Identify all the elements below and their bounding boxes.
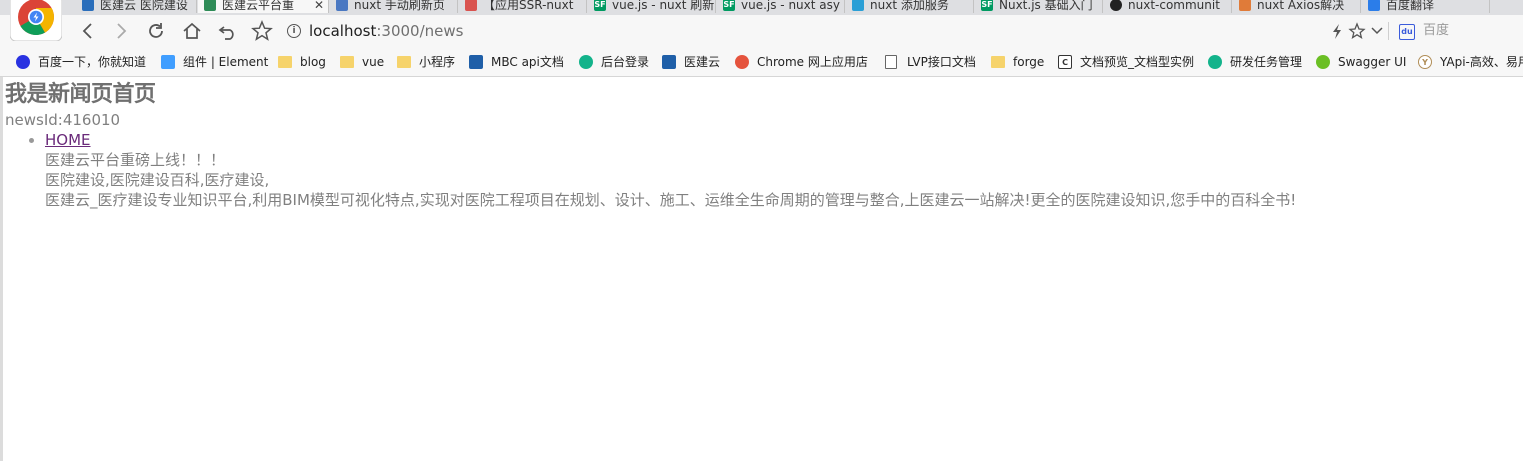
news-id: newsId:416010 (5, 111, 121, 129)
star-bookmark-icon[interactable] (250, 19, 274, 43)
bracket-icon: C (1058, 55, 1072, 69)
list-item: HOME 医建云平台重磅上线！！！ 医院建设,医院建设百科,医疗建设, 医建云_… (45, 130, 1515, 210)
bookmark-label: 后台登录 (601, 55, 650, 69)
tab-4-favicon: SF (594, 0, 606, 11)
lightning-icon[interactable] (1330, 19, 1344, 43)
chevron-down-icon[interactable] (1370, 19, 1384, 43)
bookmark-label: YApi-高效、易用 (1440, 55, 1523, 69)
teal-bolt-icon (1208, 55, 1222, 69)
bookmark-label: 小程序 (419, 55, 456, 69)
building-icon (662, 55, 676, 69)
tab-1-favicon (204, 0, 216, 11)
undo-icon[interactable] (216, 19, 240, 43)
tab-0-title: 医建云 医院建设 (100, 0, 188, 12)
bookmark-label: 研发任务管理 (1230, 55, 1303, 69)
tab-3-favicon (465, 0, 477, 11)
search-placeholder: 百度 (1423, 23, 1450, 38)
back-arrow-icon[interactable] (76, 19, 100, 43)
tab-8-title: nuxt-communit (1128, 0, 1220, 12)
page-icon (885, 55, 897, 69)
home-link[interactable]: HOME (45, 131, 91, 149)
bookmark-label: 组件 | Element (183, 55, 269, 69)
tab-2[interactable]: nuxt 手动刷新页 (330, 0, 458, 13)
tab-5[interactable]: SF vue.js - nuxt asy (717, 0, 845, 13)
tab-1-title: 医建云平台重 (222, 0, 295, 12)
address-bar[interactable]: i localhost:3000/news (282, 18, 1390, 44)
tab-6[interactable]: nuxt 添加服务 (846, 0, 974, 13)
bookmark-label: blog (300, 55, 326, 69)
url-text[interactable]: localhost:3000/news (309, 18, 463, 44)
tab-close-icon[interactable]: ✕ (314, 0, 324, 13)
tab-2-title: nuxt 手动刷新页 (354, 0, 445, 12)
bookmark-label: Chrome 网上应用店 (757, 55, 868, 69)
tab-6-title: nuxt 添加服务 (870, 0, 949, 12)
news-description: 医建云_医疗建设专业知识平台,利用BIM模型可视化特点,实现对医院工程项目在规划… (45, 191, 1297, 209)
chrome-logo-icon (10, 0, 62, 41)
bookmark-label: 医建云 (684, 55, 721, 69)
tab-4-title: vue.js - nuxt 刷新 (612, 0, 715, 12)
tab-10-favicon (1368, 0, 1380, 11)
reload-icon[interactable] (144, 19, 168, 43)
tab-2-favicon (336, 0, 348, 11)
tab-9-title: nuxt Axios解决 (1257, 0, 1345, 12)
yapi-icon: Y (1418, 55, 1432, 69)
tab-4[interactable]: SF vue.js - nuxt 刷新 (588, 0, 716, 13)
toolbar-divider (1388, 22, 1389, 40)
tab-strip: 医建云 医院建设 医建云平台重 ✕ nuxt 手动刷新页 【应用SSR-nuxt… (0, 0, 1523, 16)
page-heading: 我是新闻页首页 (5, 82, 156, 107)
bookmark-label: vue (362, 55, 385, 69)
search-box[interactable]: du 百度 (1399, 20, 1523, 42)
star-icon[interactable] (1348, 19, 1366, 43)
tab-9-favicon (1239, 0, 1251, 11)
swagger-icon (1316, 55, 1330, 69)
url-path: :3000/news (376, 22, 464, 40)
baidu-icon: du (1399, 24, 1415, 40)
url-host: localhost (309, 22, 377, 40)
news-headline: 医建云平台重磅上线！！！ (45, 151, 226, 169)
info-icon[interactable]: i (287, 24, 301, 38)
tab-5-title: vue.js - nuxt asy (741, 0, 840, 12)
folder-icon (278, 56, 292, 68)
tab-5-favicon: SF (723, 0, 735, 11)
folder-icon (991, 56, 1005, 68)
bookmark-label: Swagger UI (1338, 55, 1407, 69)
tab-10-title: 百度翻译 (1386, 0, 1435, 12)
tab-0[interactable]: 医建云 医院建设 (76, 0, 197, 13)
home-icon[interactable] (180, 19, 204, 43)
folder-icon (397, 56, 411, 68)
browser-toolbar: i localhost:3000/news du 百度 (0, 15, 1523, 47)
bookmark-label: 百度一下，你就知道 (38, 55, 147, 69)
tab-10[interactable]: 百度翻译 (1362, 0, 1490, 13)
bookmark-11[interactable]: C 文档预览_文档型实例 (1058, 53, 1194, 71)
bookmarks-bar: 百度一下，你就知道 组件 | Element blog vue 小程序 MBC … (0, 47, 1523, 77)
baidu-paw-icon (16, 55, 30, 69)
tab-0-favicon (82, 0, 94, 11)
news-keywords: 医院建设,医院建设百科,医疗建设, (45, 171, 270, 189)
tab-1[interactable]: 医建云平台重 ✕ (198, 0, 329, 13)
tab-7-title: Nuxt.js 基础入门 (999, 0, 1093, 12)
bookmark-14[interactable]: Y YApi-高效、易用 (1418, 53, 1523, 71)
forward-arrow-icon[interactable] (109, 19, 133, 43)
tab-9[interactable]: nuxt Axios解决 (1233, 0, 1361, 13)
page-content: 我是新闻页首页 newsId:416010 HOME 医建云平台重磅上线！！！ … (5, 80, 1515, 210)
tab-3-title: 【应用SSR-nuxt (483, 0, 574, 12)
tab-7-favicon: SF (981, 0, 993, 11)
bookmark-label: LVP接口文档 (907, 55, 976, 69)
tab-8-favicon (1110, 0, 1122, 11)
tab-6-favicon (852, 0, 864, 11)
folder-icon (340, 56, 354, 68)
tab-3[interactable]: 【应用SSR-nuxt (459, 0, 587, 13)
tab-8[interactable]: nuxt-communit (1104, 0, 1232, 13)
new-tab-button[interactable] (1507, 0, 1523, 12)
tab-7[interactable]: SF Nuxt.js 基础入门 (975, 0, 1103, 13)
building-icon (469, 55, 483, 69)
bookmark-label: forge (1013, 55, 1045, 69)
element-icon (161, 55, 175, 69)
rainbow-icon (735, 55, 749, 69)
news-list: HOME 医建云平台重磅上线！！！ 医院建设,医院建设百科,医疗建设, 医建云_… (5, 130, 1515, 210)
bookmark-label: 文档预览_文档型实例 (1080, 55, 1194, 69)
bookmark-label: MBC api文档 (491, 55, 564, 69)
teal-bolt-icon (579, 55, 593, 69)
